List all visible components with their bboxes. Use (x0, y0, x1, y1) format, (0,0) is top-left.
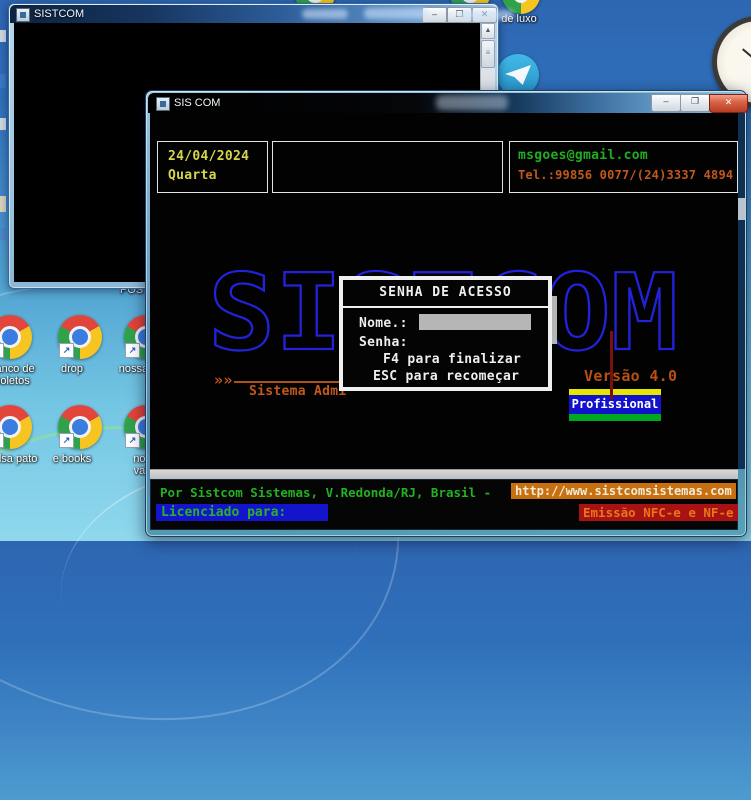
chrome-icon[interactable]: ↗ (58, 405, 102, 449)
close-button[interactable]: ✕ (709, 94, 748, 113)
clock-hour-hand (742, 48, 751, 62)
badge-edition-label: Profissional (569, 395, 661, 414)
chrome-icon[interactable]: ↗ (0, 315, 32, 359)
email-text: msgoes@gmail.com (518, 148, 648, 163)
icon-sliver (0, 196, 6, 212)
shortcut-arrow-icon: ↗ (125, 343, 140, 358)
arrow-glyphs: »» (214, 371, 233, 389)
blurred-icon-label (364, 8, 428, 19)
chrome-icon[interactable]: ↗ (0, 405, 32, 449)
hint-finish: F4 para finalizar (383, 352, 521, 367)
blurred-icon-label (458, 10, 514, 20)
minimize-button[interactable]: – (651, 94, 681, 112)
phone-text: Tel.:99856 0077/(24)3337 4894 (518, 168, 733, 182)
window-title: SISTCOM (34, 8, 84, 20)
desktop: { "desktop": { "shortcut_glyph": "↗", "i… (0, 0, 751, 541)
dialog-separator (343, 306, 548, 308)
red-line-artifact (610, 331, 613, 399)
subtitle-text: Sistema Admi (249, 384, 347, 399)
name-input[interactable] (419, 314, 531, 330)
date-value: 24/04/2024 (168, 149, 249, 164)
hint-restart: ESC para recomeçar (373, 369, 519, 384)
horizontal-scrollbar[interactable] (150, 469, 738, 479)
status-footer: Por Sistcom Sistemas, V.Redonda/RJ, Bras… (150, 479, 738, 530)
icon-sliver (0, 30, 6, 42)
badge-green-stripe (569, 414, 661, 421)
icon-sliver (0, 74, 6, 88)
window-title: SIS COM (174, 97, 220, 109)
dialog-title: SENHA DE ACESSO (343, 285, 548, 300)
icon-sliver (0, 118, 6, 130)
icon-label: e books (34, 453, 110, 465)
console-screen: 24/04/2024 Quarta msgoes@gmail.com Tel.:… (150, 113, 738, 469)
name-label: Nome.: (359, 316, 408, 331)
scroll-up-button[interactable]: ▲ (481, 23, 495, 39)
paper-plane-icon (505, 65, 531, 85)
weekday-value: Quarta (168, 168, 217, 183)
scrollbar-thumb[interactable]: ≡ (481, 40, 495, 68)
scrollbar-track[interactable] (738, 113, 745, 469)
website-link[interactable]: http://www.sistcomsistemas.com (511, 483, 736, 499)
icon-sliver (0, 228, 6, 240)
credit-text: Por Sistcom Sistemas, V.Redonda/RJ, Bras… (160, 485, 491, 500)
chrome-icon[interactable]: ↗ (58, 315, 102, 359)
app-icon (16, 8, 30, 22)
licensed-label: Licenciado para: (156, 504, 328, 521)
login-dialog: SENHA DE ACESSO Nome.: Senha: F4 para fi… (339, 276, 552, 391)
shortcut-arrow-icon: ↗ (0, 343, 4, 358)
edition-badge: Profissional (569, 389, 661, 421)
glass-reflection (436, 95, 508, 110)
titlebar[interactable]: SIS COM – ❐ ✕ (148, 93, 744, 113)
shortcut-arrow-icon: ↗ (59, 343, 74, 358)
window-siscom: SIS COM – ❐ ✕ 24/04/2024 Quarta msgoes@g… (145, 90, 747, 537)
maximize-button[interactable]: ❐ (680, 94, 710, 112)
shortcut-arrow-icon: ↗ (125, 433, 140, 448)
empty-box (272, 141, 503, 193)
icon-label: drop (34, 363, 110, 375)
date-box: 24/04/2024 Quarta (157, 141, 268, 193)
emission-label: Emissão NFC-e e NF-e (579, 504, 738, 521)
version-text: Versão 4.0 (584, 367, 677, 385)
app-icon (156, 97, 170, 111)
blurred-icon-label (302, 9, 348, 19)
scrollbar-thumb[interactable] (738, 198, 745, 220)
shortcut-arrow-icon: ↗ (59, 433, 74, 448)
shortcut-arrow-icon: ↗ (0, 433, 4, 448)
password-label: Senha: (359, 335, 408, 350)
contact-box: msgoes@gmail.com Tel.:99856 0077/(24)333… (509, 141, 738, 193)
